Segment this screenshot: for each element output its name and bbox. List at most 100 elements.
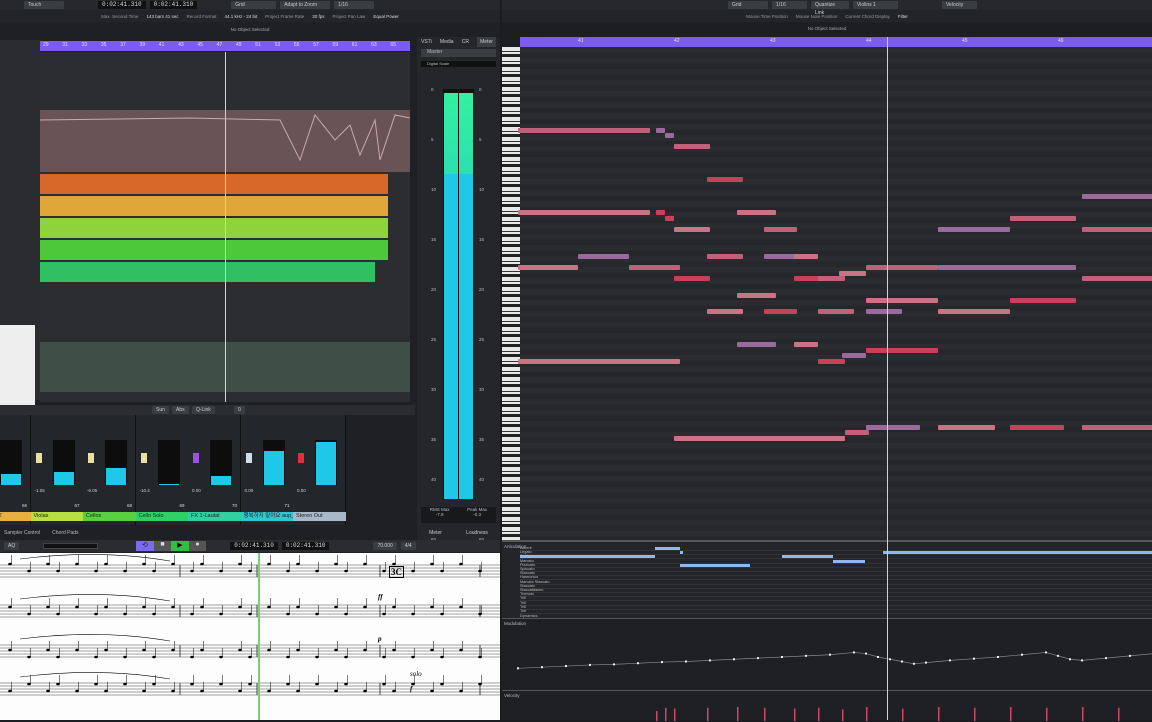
modulation-point[interactable]	[733, 658, 735, 661]
velocity-lane[interactable]: Velocity	[502, 690, 1152, 721]
midi-note[interactable]	[674, 226, 710, 232]
midi-note[interactable]	[737, 210, 776, 215]
score-note[interactable]	[123, 682, 127, 686]
midi-note[interactable]	[737, 292, 776, 298]
score-note[interactable]	[200, 648, 204, 652]
modulation-point[interactable]	[1057, 654, 1059, 657]
score-note[interactable]	[334, 689, 338, 693]
mixer-channel[interactable]: -6.05 68 Cellos	[83, 415, 136, 525]
score-note[interactable]	[46, 605, 50, 609]
score-note[interactable]	[94, 612, 98, 616]
score-note[interactable]	[27, 682, 31, 686]
score-note[interactable]	[267, 648, 271, 652]
channel-name[interactable]: Violins 2	[0, 512, 31, 521]
modulation-point[interactable]	[1081, 659, 1083, 662]
mixer-channel[interactable]: -1.05 67 Violas	[30, 415, 84, 525]
score-note[interactable]	[219, 682, 223, 686]
score-note[interactable]	[142, 648, 146, 652]
score-note[interactable]	[459, 648, 463, 652]
score-note[interactable]	[8, 562, 12, 566]
midi-note[interactable]	[674, 144, 710, 149]
score-note[interactable]	[152, 682, 156, 686]
velocity-bar[interactable]	[974, 707, 976, 721]
midi-note[interactable]	[1010, 424, 1064, 430]
articulation-event[interactable]	[782, 555, 833, 559]
score-note[interactable]	[190, 655, 194, 659]
articulation-event[interactable]	[655, 547, 680, 550]
score-note[interactable]	[190, 569, 194, 573]
score-note[interactable]	[8, 605, 12, 609]
score-note[interactable]	[75, 562, 79, 566]
midi-note[interactable]	[674, 435, 845, 441]
mixer-channel[interactable]: 0.00 70 FX 1-Lautal	[188, 415, 241, 525]
max-time-value[interactable]: 143 bars 41 sec	[146, 14, 178, 19]
score-note[interactable]	[75, 689, 79, 693]
cello-solo-part[interactable]	[40, 262, 375, 282]
score-note[interactable]	[382, 682, 386, 686]
quantize-select-right[interactable]: 1/16	[772, 1, 807, 9]
midi-note[interactable]	[764, 254, 797, 259]
score-note[interactable]	[344, 682, 348, 686]
articulation-row-label[interactable]: Trill	[520, 609, 1152, 614]
midi-note[interactable]	[764, 226, 797, 232]
score-note[interactable]	[286, 682, 290, 686]
midi-note[interactable]	[629, 265, 680, 270]
modulation-point[interactable]	[661, 661, 663, 664]
score-note[interactable]	[56, 612, 60, 616]
controller-select[interactable]: Velocity	[942, 1, 977, 9]
quantize-select[interactable]: 1/16	[334, 1, 375, 9]
volume-fader[interactable]	[88, 453, 94, 463]
score-note[interactable]	[392, 562, 396, 566]
score-note[interactable]	[56, 682, 60, 686]
score-note[interactable]	[190, 682, 194, 686]
score-note[interactable]	[142, 605, 146, 609]
score-note[interactable]	[152, 655, 156, 659]
midi-note[interactable]	[578, 254, 629, 259]
midi-note[interactable]	[818, 276, 845, 281]
score-note[interactable]	[286, 612, 290, 616]
midi-note[interactable]	[938, 424, 995, 430]
score-note[interactable]	[142, 562, 146, 566]
transport-time-secondary[interactable]: 0:02:41.310	[281, 542, 330, 550]
score-note[interactable]	[315, 655, 319, 659]
signature-field[interactable]: 4/4	[400, 542, 416, 550]
score-note[interactable]	[440, 569, 444, 573]
score-note[interactable]	[152, 612, 156, 616]
modulation-point[interactable]	[901, 660, 903, 663]
modulation-point[interactable]	[973, 657, 975, 660]
velocity-bar[interactable]	[1010, 706, 1012, 721]
midi-note[interactable]	[674, 276, 710, 281]
playhead[interactable]	[225, 52, 226, 402]
pan-law-value[interactable]: Equal Power	[373, 14, 399, 19]
score-note[interactable]	[104, 605, 108, 609]
velocity-bar[interactable]	[1082, 706, 1084, 721]
midi-note[interactable]	[866, 309, 902, 314]
score-note[interactable]	[123, 655, 127, 659]
note-display[interactable]	[518, 47, 1152, 540]
track-list[interactable]	[0, 40, 40, 433]
midi-note[interactable]	[764, 309, 797, 314]
modulation-point[interactable]	[517, 667, 519, 670]
volume-fader[interactable]	[193, 453, 199, 463]
cellos-part[interactable]	[40, 240, 388, 260]
score-note[interactable]	[392, 648, 396, 652]
quantize-link-select[interactable]: Quantize Link	[811, 1, 849, 16]
cycle-button[interactable]: ⟲	[136, 541, 154, 551]
tab-meter-bottom[interactable]: Meter	[429, 530, 442, 536]
score-note[interactable]	[27, 612, 31, 616]
snap-type-select-right[interactable]: Grid	[728, 1, 768, 9]
score-note[interactable]	[104, 689, 108, 693]
score-note[interactable]	[315, 569, 319, 573]
score-note[interactable]	[382, 655, 386, 659]
score-note[interactable]	[46, 648, 50, 652]
midi-note[interactable]	[1010, 215, 1076, 221]
score-note[interactable]	[430, 605, 434, 609]
modulation-point[interactable]	[865, 652, 867, 655]
violas-part[interactable]	[40, 218, 388, 238]
score-note[interactable]	[171, 562, 175, 566]
event-display[interactable]	[39, 52, 411, 402]
modulation-point[interactable]	[637, 662, 639, 665]
midi-note[interactable]	[707, 177, 743, 182]
key-editor-ruler[interactable]: 41 42 43 44 45 46	[520, 37, 1152, 47]
score-note[interactable]	[296, 648, 300, 652]
